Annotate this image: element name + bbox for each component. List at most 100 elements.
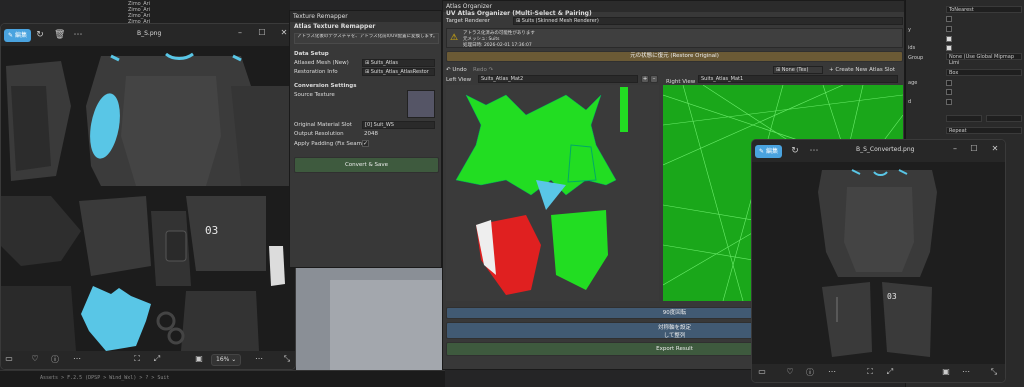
resolution-value[interactable]: 2048 <box>364 131 378 137</box>
svg-text:03: 03 <box>205 224 218 237</box>
inspector-label: y <box>908 27 911 33</box>
right-view-dropdown[interactable]: Suits_Atlas_Mat1 <box>698 75 898 83</box>
more-icon[interactable]: ⋯ <box>71 354 83 363</box>
conversion-heading: Conversion Settings <box>294 83 357 89</box>
redo-button[interactable]: Redo ↷ <box>473 67 493 73</box>
crop-icon[interactable]: ⛶ <box>131 354 143 364</box>
minimize-icon[interactable]: – <box>948 144 962 153</box>
texture-remapper-window: Texture Remapper Atlas Texture Remapper … <box>289 10 442 268</box>
undo-button[interactable]: ↶ Undo <box>446 67 467 73</box>
fit-icon[interactable]: ⤢ <box>884 367 896 377</box>
heart-icon[interactable]: ♡ <box>784 367 796 376</box>
restore-original-button[interactable]: 元の状態に復元 (Restore Original) <box>446 51 903 62</box>
scene-model <box>330 280 450 370</box>
more-icon[interactable]: ⋯ <box>253 354 265 363</box>
heart-icon[interactable]: ♡ <box>29 354 41 363</box>
fit-icon[interactable]: ⤢ <box>151 354 163 364</box>
inspector-field[interactable]: Box <box>946 69 1022 76</box>
inspector-checkbox[interactable] <box>946 80 952 86</box>
inspector-label: Group <box>908 55 924 61</box>
filmstrip-icon[interactable]: ▭ <box>756 367 768 376</box>
restoration-field[interactable]: ⊞ Suits_Atlas_AtlasRestor <box>362 68 435 76</box>
data-setup-heading: Data Setup <box>294 51 329 57</box>
fullscreen-icon[interactable]: ⤡ <box>988 367 1000 377</box>
converted-texture-image: 03 <box>752 162 1005 366</box>
more-icon[interactable]: ⋯ <box>73 30 83 40</box>
info-icon[interactable]: ⓘ <box>49 354 61 365</box>
remapper-note: アトラス化後のテクスチャを、アトラス化前のUV配置に変換します。 <box>294 33 439 44</box>
remapper-window-title[interactable]: Texture Remapper <box>290 11 441 22</box>
material-slot-label: Original Material Slot <box>294 122 352 128</box>
actual-size-icon[interactable]: ▣ <box>940 367 952 376</box>
inspector-dropdown[interactable] <box>946 115 982 122</box>
inspector-dropdown[interactable] <box>986 115 1022 122</box>
organizer-header: UV Atlas Organizer (Multi-Select & Pairi… <box>446 10 592 17</box>
material-slot-dropdown[interactable]: [0] Suit_WS <box>362 121 435 129</box>
image-viewer-left: ✎ 編集 ↻ 🗑 ⋯ B_S.png – ☐ ✕ 03 ▭ ♡ ⓘ ⋯ ⛶ ⤢ … <box>0 23 296 370</box>
more-icon[interactable]: ⋯ <box>960 367 972 376</box>
left-view-add-button[interactable]: + <box>641 75 649 83</box>
edit-button[interactable]: ✎ 編集 <box>4 29 31 42</box>
padding-label: Apply Padding (Fix Seams) <box>294 141 368 147</box>
inspector-checkbox[interactable] <box>946 99 952 105</box>
padding-checkbox[interactable]: ✓ <box>362 140 369 147</box>
restoration-label: Restoration Info <box>294 69 338 75</box>
more-icon[interactable]: ⋯ <box>809 146 819 156</box>
close-icon[interactable]: ✕ <box>988 144 1002 153</box>
project-path-bar: Assets > F.2.5 (DPSP > Wind_Wxl) > ? > S… <box>0 370 445 387</box>
left-uv-view[interactable] <box>446 85 659 301</box>
viewer-toolbar: ✎ 編集 ↻ 🗑 ⋯ B_S.png – ☐ ✕ <box>1 24 295 46</box>
filmstrip-icon[interactable]: ▭ <box>3 354 15 363</box>
inspector-label: age <box>908 80 918 86</box>
warning-box: ⚠ アトラス化済みの可能性があります 元メッシュ: Suits 処理日時: 20… <box>446 28 903 48</box>
source-texture-label: Source Texture <box>294 92 335 98</box>
rotate-icon[interactable]: ↻ <box>35 30 45 40</box>
edit-label: 編集 <box>14 32 27 39</box>
inspector-checkbox[interactable] <box>946 45 952 51</box>
restoration-value: Suits_Atlas_AtlasRestor <box>370 69 429 75</box>
inspector-label: d <box>908 99 912 105</box>
atlased-mesh-value: Suits_Atlas <box>370 60 398 66</box>
inspector-checkbox[interactable] <box>946 36 952 42</box>
warning-line: 処理日時: 2026-02-01 17:36:07 <box>463 43 532 48</box>
maximize-icon[interactable]: ☐ <box>967 144 981 153</box>
atlased-mesh-label: Atlased Mesh (New) <box>294 60 349 66</box>
atlased-mesh-field[interactable]: ⊞ Suits_Atlas <box>362 59 435 67</box>
actual-size-icon[interactable]: ▣ <box>193 354 205 363</box>
inspector-checkbox[interactable] <box>946 16 952 22</box>
texture-field[interactable]: ⊞ None (Tex) <box>773 66 823 74</box>
wrap-mode-field[interactable]: Repeat <box>946 127 1022 134</box>
edit-button[interactable]: ✎ 編集 <box>755 145 782 158</box>
remapper-header: Atlas Texture Remapper <box>294 23 376 30</box>
rotate-icon[interactable]: ↻ <box>790 146 800 156</box>
mipmap-field[interactable]: None (Use Global Mipmap Limi <box>946 53 1022 66</box>
info-icon[interactable]: ⓘ <box>804 367 816 378</box>
inspector-checkbox[interactable] <box>946 26 952 32</box>
left-view-label: Left View <box>446 77 472 83</box>
viewer-footer: ▭ ♡ ⓘ ⋯ ⛶ ⤢ ▣ 16% ⌄ ⋯ ⤡ <box>1 351 295 369</box>
maximize-icon[interactable]: ☐ <box>255 28 269 37</box>
svg-text:03: 03 <box>887 292 897 301</box>
left-view-dropdown[interactable]: Suits_Atlas_Mat2 <box>478 75 638 83</box>
target-renderer-field[interactable]: ⊞ Suits (Skinned Mesh Renderer) <box>513 17 903 25</box>
viewer-toolbar: ✎ 編集 ↻ ⋯ B_S_Converted.png – ☐ ✕ <box>752 140 1005 162</box>
file-name: B_S_Converted.png <box>856 146 915 153</box>
convert-save-button[interactable]: Convert & Save <box>294 157 439 173</box>
crop-icon[interactable]: ⛶ <box>864 367 876 377</box>
minimize-icon[interactable]: – <box>233 28 247 37</box>
target-renderer-value: Suits (Skinned Mesh Renderer) <box>521 18 599 24</box>
inspector-checkbox[interactable] <box>946 89 952 95</box>
create-slot-button[interactable]: + Create New Atlas Slot <box>829 67 895 73</box>
zoom-select[interactable]: 16% ⌄ <box>211 354 242 366</box>
more-icon[interactable]: ⋯ <box>826 367 838 376</box>
filter-mode-field[interactable]: ToNearest <box>946 6 1022 13</box>
zoom-value: 16% <box>216 356 230 363</box>
delete-icon[interactable]: 🗑 <box>54 30 65 40</box>
image-viewer-right: ✎ 編集 ↻ ⋯ B_S_Converted.png – ☐ ✕ 03 ▭ ♡ … <box>751 139 1006 383</box>
edit-icon: ✎ <box>8 32 15 39</box>
source-texture-thumbnail[interactable] <box>407 90 435 118</box>
none-tex-label: None (Tex) <box>781 67 809 73</box>
left-view-remove-button[interactable]: – <box>650 75 658 83</box>
fullscreen-icon[interactable]: ⤡ <box>281 354 293 364</box>
texture-image: 03 <box>1 46 295 353</box>
